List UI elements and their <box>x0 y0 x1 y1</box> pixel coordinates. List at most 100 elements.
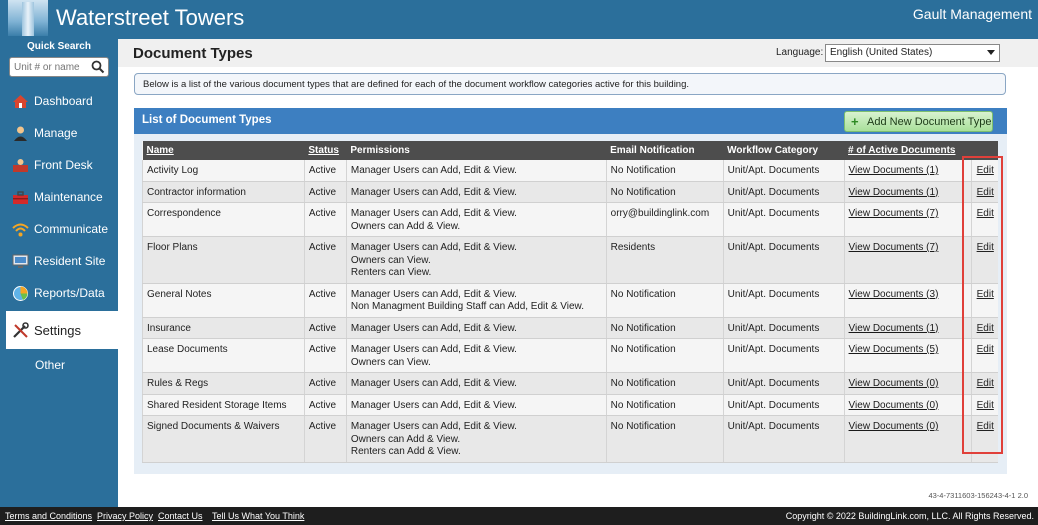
cell-workflow-category: Unit/Apt. Documents <box>722 160 845 182</box>
front-desk-icon <box>13 159 28 172</box>
edit-link[interactable]: Edit <box>971 317 998 339</box>
cell-workflow-category: Unit/Apt. Documents <box>722 415 845 463</box>
sidebar-item-resident-site[interactable]: Resident Site <box>0 245 118 277</box>
cell-status: Active <box>303 283 347 318</box>
sidebar-item-settings[interactable]: Settings <box>6 311 118 349</box>
permission-line: Manager Users can Add, Edit & View. <box>350 186 517 198</box>
view-documents-link[interactable]: View Documents (5) <box>843 338 972 373</box>
quick-search-input[interactable] <box>14 60 92 74</box>
main-content: Document Types Language: English (United… <box>118 39 1038 507</box>
view-documents-link[interactable]: View Documents (3) <box>843 283 972 318</box>
cell-workflow-category: Unit/Apt. Documents <box>722 283 845 318</box>
edit-link[interactable]: Edit <box>971 160 998 182</box>
cell-permissions: Manager Users can Add, Edit & View. Owner… <box>345 338 607 373</box>
cell-workflow-category: Unit/Apt. Documents <box>722 236 845 284</box>
language-select[interactable]: English (United States) <box>825 44 1000 62</box>
view-documents-link[interactable]: View Documents (1) <box>843 317 972 339</box>
cell-status: Active <box>303 236 347 284</box>
view-documents-link[interactable]: View Documents (0) <box>843 372 972 395</box>
permission-line: Manager Users can Add, Edit & View. <box>350 344 517 355</box>
edit-link[interactable]: Edit <box>971 372 998 395</box>
table-row: General Notes Active Manager Users can Add… <box>142 283 998 318</box>
cell-permissions: Manager Users can Add, Edit & View. <box>345 160 607 182</box>
page-title: Document Types <box>133 45 253 62</box>
table-row: Rules & Regs Active Manager Users can Add,… <box>142 372 998 395</box>
cell-permissions: Manager Users can Add, Edit & View. <box>345 317 607 339</box>
panel-title: List of Document Types <box>142 114 272 126</box>
company-name: Gault Management <box>912 6 1032 22</box>
cell-email-notification: No Notification <box>605 181 724 203</box>
sidebar-item-maintenance[interactable]: Maintenance <box>0 181 118 213</box>
edit-link[interactable]: Edit <box>971 338 998 373</box>
sidebar-item-label: Manage <box>34 126 78 140</box>
sidebar-item-dashboard[interactable]: Dashboard <box>0 85 118 117</box>
sidebar-item-reports-data[interactable]: Reports/Data <box>0 277 118 309</box>
table-header-row: Name Status Permissions Email Notificati… <box>142 141 998 160</box>
edit-link[interactable]: Edit <box>971 394 998 416</box>
sidebar-item-communicate[interactable]: Communicate <box>0 213 118 245</box>
permission-line: Owners can View. <box>350 254 431 266</box>
sidebar-item-other[interactable]: Other <box>0 349 118 381</box>
permission-line: Manager Users can Add, Edit & View. <box>350 378 517 389</box>
table-row: Contractor information Active Manager User… <box>142 181 998 203</box>
cell-email-notification: No Notification <box>605 394 724 416</box>
language-select-value: English (United States) <box>830 47 933 58</box>
footer-link-contact[interactable]: Contact Us <box>158 511 203 521</box>
cell-status: Active <box>303 160 347 182</box>
monitor-icon <box>12 254 29 268</box>
column-header-name[interactable]: Name <box>142 141 305 160</box>
quick-search-box[interactable] <box>9 57 109 77</box>
edit-link[interactable]: Edit <box>971 283 998 318</box>
view-documents-link[interactable]: View Documents (0) <box>843 415 972 463</box>
edit-link[interactable]: Edit <box>971 236 998 284</box>
column-header-active-documents[interactable]: # of Active Documents <box>844 141 972 160</box>
cell-permissions: Manager Users can Add, Edit & View. Owner… <box>345 202 607 237</box>
column-header-workflow-category: Workflow Category <box>723 141 845 160</box>
cell-name: Rules & Regs <box>142 372 305 395</box>
cell-workflow-category: Unit/Apt. Documents <box>722 372 845 395</box>
footer-link-privacy[interactable]: Privacy Policy <box>97 511 153 521</box>
app-header: Waterstreet Towers Gault Management <box>0 0 1038 39</box>
column-header-permissions: Permissions <box>346 141 607 160</box>
footer-link-terms[interactable]: Terms and Conditions <box>5 511 92 521</box>
app-title: Waterstreet Towers <box>56 5 245 30</box>
permission-line: Manager Users can Add, Edit & View. <box>350 208 517 219</box>
table-row: Correspondence Active Manager Users can Ad… <box>142 202 998 237</box>
cell-name: Correspondence <box>142 202 305 237</box>
sidebar-item-label: Resident Site <box>34 254 106 268</box>
edit-link[interactable]: Edit <box>971 181 998 203</box>
cell-permissions: Manager Users can Add, Edit & View. Owner… <box>345 236 607 284</box>
column-header-email-notification: Email Notification <box>606 141 724 160</box>
cell-workflow-category: Unit/Apt. Documents <box>722 394 845 416</box>
edit-link[interactable]: Edit <box>971 202 998 237</box>
cell-permissions: Manager Users can Add, Edit & View. <box>345 372 607 395</box>
document-types-table: Name Status Permissions Email Notificati… <box>142 141 998 463</box>
sidebar: Quick Search Dashboard Manage Front Desk <box>0 39 118 507</box>
add-new-document-type-button[interactable]: + Add New Document Type <box>844 111 993 132</box>
cell-email-notification: Residents <box>605 236 724 284</box>
edit-link[interactable]: Edit <box>971 415 998 463</box>
table-row: Lease Documents Active Manager Users can A… <box>142 338 998 373</box>
sidebar-item-front-desk[interactable]: Front Desk <box>0 149 118 181</box>
view-documents-link[interactable]: View Documents (0) <box>843 394 972 416</box>
house-icon <box>13 95 28 108</box>
cell-workflow-category: Unit/Apt. Documents <box>722 181 845 203</box>
cell-name: Contractor information <box>142 181 305 203</box>
view-documents-link[interactable]: View Documents (7) <box>843 236 972 284</box>
view-documents-link[interactable]: View Documents (7) <box>843 202 972 237</box>
view-documents-link[interactable]: View Documents (1) <box>843 160 972 182</box>
cell-status: Active <box>303 394 347 416</box>
footer-link-feedback[interactable]: Tell Us What You Think <box>212 511 304 521</box>
sidebar-item-manage[interactable]: Manage <box>0 117 118 149</box>
permission-line: Renters can View. <box>350 267 432 278</box>
cell-status: Active <box>303 415 347 463</box>
cell-name: Lease Documents <box>142 338 305 373</box>
cell-workflow-category: Unit/Apt. Documents <box>722 338 845 373</box>
search-icon[interactable] <box>91 60 105 74</box>
column-header-status[interactable]: Status <box>304 141 347 160</box>
view-documents-link[interactable]: View Documents (1) <box>843 181 972 203</box>
cell-workflow-category: Unit/Apt. Documents <box>722 202 845 237</box>
version-string: 43-4-7311603-156243-4-1 2.0 <box>928 491 1028 500</box>
cell-email-notification: orry@buildinglink.com <box>605 202 724 237</box>
table-row: Signed Documents & Waivers Active Manager … <box>142 415 998 463</box>
